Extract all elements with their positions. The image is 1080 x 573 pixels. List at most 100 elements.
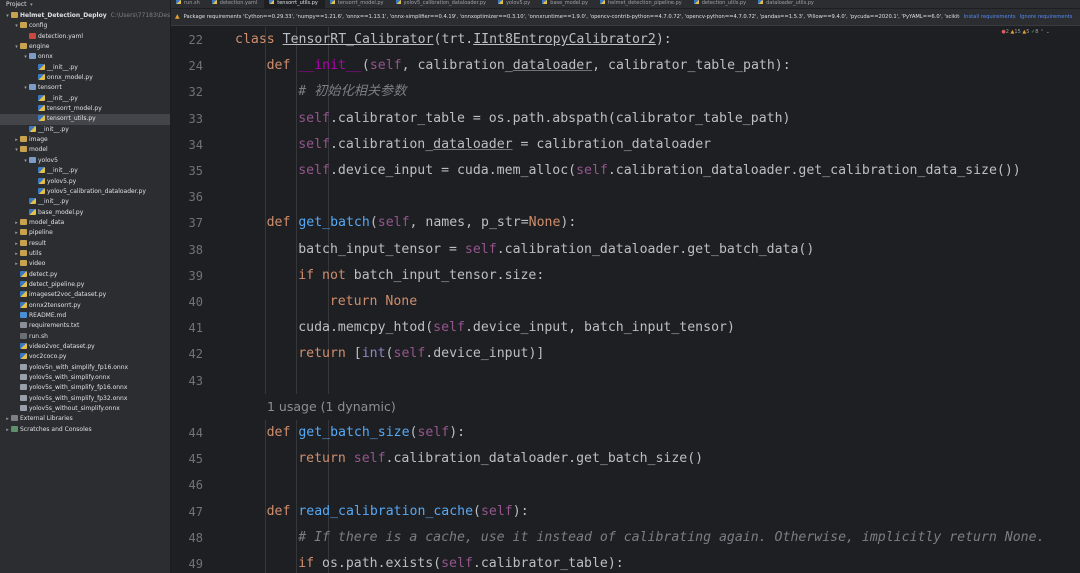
editor-tab[interactable]: tensorrt_model.py [325, 0, 391, 8]
tree-item[interactable]: __init__.py [0, 166, 170, 176]
chevron-right-icon[interactable]: ▸ [13, 228, 20, 238]
editor-tab[interactable]: yolov5.py [493, 0, 537, 8]
tree-item[interactable]: video2voc_dataset.py [0, 342, 170, 352]
tree-item[interactable]: ▸ pipeline [0, 228, 170, 238]
file-icon [758, 0, 764, 4]
tree-item[interactable]: voc2coco.py [0, 352, 170, 362]
ignore-requirements-link[interactable]: Ignore requirements [1020, 14, 1073, 20]
code-line: 32 # 初始化相关参数 [171, 79, 1080, 106]
file-icon [269, 0, 275, 4]
tree-item[interactable]: run.sh [0, 332, 170, 342]
tree-item[interactable]: __init__.py [0, 63, 170, 73]
chevron-right-icon[interactable]: ▸ [13, 259, 20, 269]
tree-item[interactable]: __init__.py [0, 94, 170, 104]
tree-item[interactable]: ▸ model_data [0, 218, 170, 228]
indent-guide [264, 446, 266, 473]
indent-guide [296, 262, 298, 289]
tree-item[interactable]: ▾ Helmet_Detection_Deploy C:\Users\77183\D… [0, 11, 170, 21]
tree-item[interactable]: __init__.py [0, 125, 170, 135]
tree-item[interactable]: ▸ video [0, 259, 170, 269]
editor-tab[interactable]: run.sh [171, 0, 207, 8]
tree-item[interactable]: yolov5s_without_simplify.onnx [0, 404, 170, 414]
tree-item[interactable]: tensorrt_utils.py [0, 114, 170, 125]
tree-item[interactable]: ▸ utils [0, 249, 170, 259]
editor-tab[interactable]: base_model.py [537, 0, 595, 8]
line-number: 35 [188, 164, 203, 178]
tree-item[interactable]: imageset2voc_dataset.py [0, 290, 170, 300]
chevron-down-icon[interactable]: ▾ [13, 145, 20, 155]
chevron-right-icon[interactable]: ▸ [13, 239, 20, 249]
chevron-down-icon[interactable]: ▾ [22, 156, 29, 166]
chevron-down-icon[interactable]: ▾ [22, 52, 29, 62]
tree-item-label: detect.py [29, 270, 58, 278]
tree-item[interactable]: ▾ model [0, 145, 170, 155]
tree-item[interactable]: yolov5s_with_simplify_fp32.onnx [0, 394, 170, 404]
tree-item[interactable]: tensorrt_model.py [0, 104, 170, 114]
chevron-right-icon[interactable]: ▸ [4, 425, 11, 435]
tree-item[interactable]: README.md [0, 311, 170, 321]
banner-message: Package requirements 'Cython==0.29.33', … [183, 14, 960, 20]
tree-item[interactable]: onnx2tensorrt.py [0, 301, 170, 311]
chevron-down-icon[interactable]: ▾ [13, 21, 20, 31]
tree-item[interactable]: yolov5n_with_simplify_fp16.onnx [0, 363, 170, 373]
chevron-right-icon[interactable]: ▸ [13, 218, 20, 228]
editor-tab[interactable]: dataloader_utils.py [753, 0, 821, 8]
chevron-down-icon[interactable]: ▾ [29, 2, 33, 8]
tree-item[interactable]: detect_pipeline.py [0, 280, 170, 290]
tree-item[interactable]: ▸ Scratches and Consoles [0, 425, 170, 435]
line-number: 40 [188, 295, 203, 309]
onnx-icon [20, 405, 27, 412]
usage-hint-line[interactable]: 1 usage (1 dynamic) [171, 394, 1080, 420]
tree-item[interactable]: requirements.txt [0, 321, 170, 331]
editor-tab[interactable]: detection_utils.py [689, 0, 753, 8]
tree-item[interactable]: __init__.py [0, 197, 170, 207]
tree-item[interactable]: ▾ yolov5 [0, 156, 170, 166]
tree-item[interactable]: yolov5_calibration_dataloader.py [0, 187, 170, 197]
tree-item[interactable]: ▾ engine [0, 42, 170, 52]
chevron-right-icon[interactable]: ▸ [13, 249, 20, 259]
tree-item[interactable]: yolov5s_with_simplify_fp16.onnx [0, 383, 170, 393]
tree-item[interactable]: ▸ External Libraries [0, 414, 170, 424]
code-token: , names, p_str= [409, 215, 529, 231]
chevron-down-icon[interactable]: ▾ [22, 83, 29, 93]
chevron-down-icon[interactable]: ▾ [13, 42, 20, 52]
chevron-right-icon[interactable]: ▸ [4, 414, 11, 424]
code-line: 35 self.device_input = cuda.mem_alloc(sel… [171, 158, 1080, 185]
py-icon [38, 177, 45, 184]
editor-tab[interactable]: helmet_detection_pipeline.py [595, 0, 689, 8]
folder-icon [20, 43, 27, 50]
tree-item[interactable]: yolov5.py [0, 177, 170, 187]
chevron-right-icon[interactable]: ▸ [13, 135, 20, 145]
tree-item[interactable]: ▾ config [0, 21, 170, 31]
code-token: self [298, 110, 330, 126]
ide-window: Project ▾ ▾ Helmet_Detection_Deploy C:\Use… [0, 0, 1080, 573]
tree-item[interactable]: onnx_model.py [0, 73, 170, 83]
code-token: , calibrator_table_path): [592, 58, 791, 74]
line-number: 45 [188, 452, 203, 467]
code-token: def [266, 503, 299, 519]
tree-item-label: Scratches and Consoles [20, 425, 92, 433]
code-text: # 初始化相关参数 [298, 79, 406, 105]
editor-tab[interactable]: yolov5_calibration_dataloader.py [391, 0, 493, 8]
code-editor[interactable]: ●2 ▲15 ▲5 ✓8 ⌃ ⌄ 22 class TensorRT_Calibr… [171, 26, 1080, 573]
usage-hint[interactable]: 1 usage (1 dynamic) [267, 394, 396, 420]
project-header[interactable]: Project ▾ [0, 0, 170, 11]
tree-item[interactable]: yolov5s_with_simplify.onnx [0, 373, 170, 383]
code-text: self.device_input = cuda.mem_alloc(self.… [298, 158, 1021, 184]
chevron-down-icon[interactable]: ▾ [4, 11, 11, 21]
tree-item[interactable]: ▸ image [0, 135, 170, 145]
install-requirements-link[interactable]: Install requirements [964, 14, 1016, 20]
py-icon [20, 270, 27, 277]
tree-item[interactable]: detection.yaml [0, 32, 170, 42]
tree-item[interactable]: ▸ result [0, 239, 170, 249]
tree-item[interactable]: ▾ onnx [0, 52, 170, 62]
code-text: class TensorRT_Calibrator(trt.IInt8Entro… [235, 27, 672, 53]
tree-item[interactable]: base_model.py [0, 208, 170, 218]
tree-item[interactable]: ▾ tensorrt [0, 83, 170, 93]
project-title: Project [6, 1, 27, 8]
indent-guide [296, 105, 298, 132]
tree-item[interactable]: detect.py [0, 270, 170, 280]
editor-tab[interactable]: detection.yaml [207, 0, 265, 8]
code-token: .calibration_dataloader.get_calibration_… [607, 163, 1021, 178]
editor-tab[interactable]: tensorrt_utils.py [264, 0, 325, 8]
